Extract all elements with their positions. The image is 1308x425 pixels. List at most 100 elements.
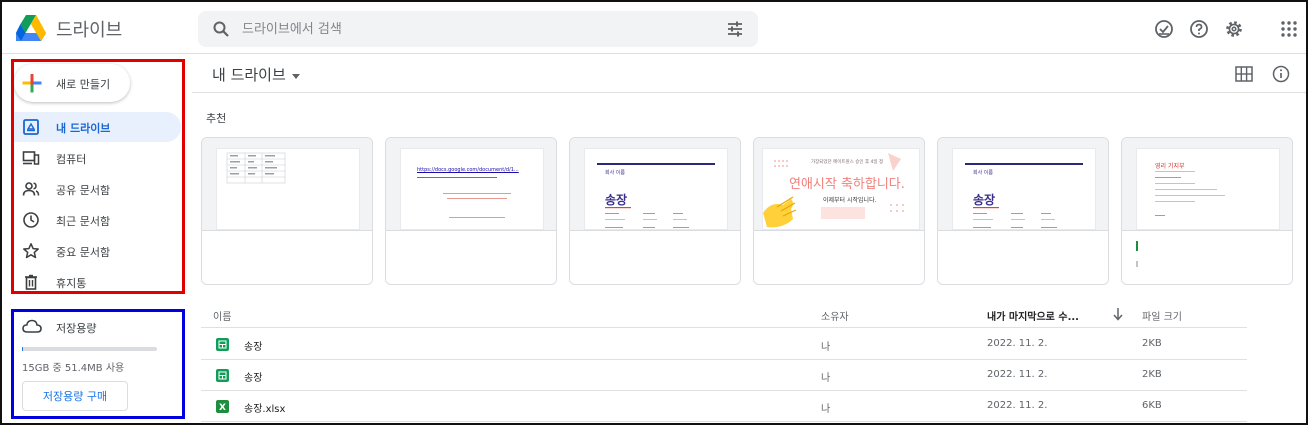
column-header-name[interactable]: 이름 <box>213 308 231 323</box>
search-icon[interactable] <box>212 20 230 38</box>
invoice-top-rule <box>597 163 715 165</box>
file-row[interactable]: 송장 나 2022. 11. 2. 2KB <box>201 329 1247 360</box>
my-drive-icon <box>23 119 39 135</box>
suggested-file-card[interactable]: 회사 이름 송장 <box>937 137 1109 285</box>
file-owner: 나 <box>821 342 831 353</box>
card-footer <box>386 230 556 284</box>
file-row[interactable]: 송장 나 2022. 11. 2. 2KB <box>201 360 1247 391</box>
search-bar[interactable] <box>198 11 758 47</box>
file-modified-date: 2022. 11. 2. <box>987 369 1048 380</box>
cloud-icon <box>22 319 42 333</box>
document-preview-icon <box>417 177 511 218</box>
file-row[interactable]: X 송장.xlsx 나 2022. 11. 2. 6KB <box>201 391 1247 422</box>
card-footer <box>1122 230 1292 284</box>
invoice-company-text: 회사 이름 <box>973 170 993 176</box>
suggested-file-card[interactable]: https://docs.google.com/document/d/1... <box>385 137 557 285</box>
invoice-preview-icon <box>605 207 689 228</box>
doc-link-text: https://docs.google.com/document/d/1... <box>417 167 519 173</box>
offline-ready-icon[interactable] <box>1154 19 1174 39</box>
card-thumbnail: 영리 기지부 <box>1136 148 1280 230</box>
invoice-preview-icon <box>973 207 1057 228</box>
suggested-file-card[interactable]: 회사 이름 송장 <box>569 137 741 285</box>
suggested-file-card[interactable]: 가장되었던 메이트원스 승인 후 4일 정 연애시작 축하합니다. 이제부터 시… <box>753 137 925 285</box>
file-name: 송장 <box>244 342 263 353</box>
star-icon <box>23 243 39 259</box>
card-footer-marker <box>1136 241 1138 251</box>
info-icon[interactable] <box>1272 65 1290 83</box>
storage-usage-bar <box>22 347 157 351</box>
sidebar-item-trash[interactable]: 휴지통 <box>14 267 181 297</box>
app-title: 드라이브 <box>56 20 123 41</box>
suggested-file-card[interactable] <box>201 137 373 285</box>
file-list-header: 이름 소유자 내가 마지막으로 수... 파일 크기 <box>201 302 1247 328</box>
column-header-size[interactable]: 파일 크기 <box>1142 308 1182 323</box>
column-header-owner[interactable]: 소유자 <box>821 308 849 323</box>
sidebar-item-label: 컴퓨터 <box>56 153 87 166</box>
google-sheets-icon <box>216 369 229 382</box>
file-modified-date: 2022. 11. 2. <box>987 400 1048 411</box>
sort-down-arrow-icon[interactable] <box>1112 307 1124 321</box>
top-bar: 드라이브 <box>2 2 1306 54</box>
invoice-title-text: 송장 <box>973 193 996 207</box>
card-thumbnail <box>216 148 360 230</box>
svg-text:X: X <box>219 403 226 413</box>
notes-title-text: 영리 기지부 <box>1155 163 1185 170</box>
sidebar-item-shared[interactable]: 공유 문서함 <box>14 174 181 204</box>
shared-icon <box>22 182 40 196</box>
apps-grid-icon[interactable] <box>1279 19 1299 39</box>
settings-gear-icon[interactable] <box>1224 19 1244 39</box>
google-sheets-icon <box>216 338 229 351</box>
trash-icon <box>25 274 37 290</box>
app-window: 드라이브 드라이브에서 검색 새로 만들기 내 드라이브 컴퓨터 공유 문서함 … <box>0 0 1308 425</box>
file-size: 2KB <box>1142 369 1162 380</box>
sidebar-item-label: 휴지통 <box>56 277 87 290</box>
sidebar-item-computers[interactable]: 컴퓨터 <box>14 143 181 173</box>
column-header-modified[interactable]: 내가 마지막으로 수... <box>987 308 1079 323</box>
recent-clock-icon <box>23 212 39 228</box>
card-thumbnail: 회사 이름 송장 <box>952 148 1096 230</box>
file-size: 2KB <box>1142 338 1162 349</box>
card-thumbnail-area <box>202 138 372 230</box>
excel-file-icon: X <box>216 400 229 413</box>
invoice-title-text: 송장 <box>605 193 628 207</box>
buy-storage-button[interactable]: 저장용량 구매 <box>22 381 128 411</box>
drive-logo-icon[interactable] <box>16 14 46 42</box>
divider <box>192 92 1306 93</box>
card-footer <box>202 230 372 284</box>
storage-label[interactable]: 저장용량 <box>56 320 96 336</box>
sidebar-item-label: 최근 문서함 <box>56 215 111 228</box>
sidebar-item-label: 공유 문서함 <box>56 184 111 197</box>
card-footer <box>938 230 1108 284</box>
grid-view-icon[interactable] <box>1235 66 1253 82</box>
card-footer <box>754 230 924 284</box>
sidebar-item-label: 중요 문서함 <box>56 246 111 259</box>
sidebar-item-starred[interactable]: 중요 문서함 <box>14 236 181 266</box>
card-thumbnail-area: 회사 이름 송장 <box>938 138 1108 230</box>
title-dropdown-caret-icon[interactable] <box>292 74 300 79</box>
search-options-icon[interactable] <box>726 20 744 38</box>
greeting-headline-text: 연애시작 축하합니다. <box>789 177 905 192</box>
greeting-subline-text: 이제부터 시작입니다. <box>823 197 877 204</box>
file-name: 송장 <box>244 373 263 384</box>
file-owner: 나 <box>821 404 831 415</box>
page-title[interactable]: 내 드라이브 <box>212 64 286 85</box>
help-icon[interactable] <box>1189 19 1209 39</box>
sidebar-item-my-drive[interactable]: 내 드라이브 <box>14 112 181 142</box>
sidebar-item-label: 내 드라이브 <box>56 122 111 135</box>
card-thumbnail-area: 가장되었던 메이트원스 승인 후 4일 정 연애시작 축하합니다. 이제부터 시… <box>754 138 924 230</box>
file-name: 송장.xlsx <box>244 404 286 415</box>
spreadsheet-preview-icon <box>226 152 286 184</box>
new-button[interactable]: 새로 만들기 <box>14 64 130 102</box>
card-thumbnail: https://docs.google.com/document/d/1... <box>400 148 544 230</box>
new-button-label: 새로 만들기 <box>56 78 111 91</box>
suggested-file-card[interactable]: 영리 기지부 <box>1121 137 1293 285</box>
search-input[interactable] <box>242 19 702 39</box>
file-owner: 나 <box>821 373 831 384</box>
sidebar-item-recent[interactable]: 최근 문서함 <box>14 205 181 235</box>
card-thumbnail: 회사 이름 송장 <box>584 148 728 230</box>
invoice-top-rule <box>965 163 1083 165</box>
computer-icon <box>22 151 40 165</box>
file-modified-date: 2022. 11. 2. <box>987 338 1048 349</box>
greeting-top-text: 가장되었던 메이트원스 승인 후 4일 정 <box>811 160 884 165</box>
plus-icon <box>22 74 42 93</box>
